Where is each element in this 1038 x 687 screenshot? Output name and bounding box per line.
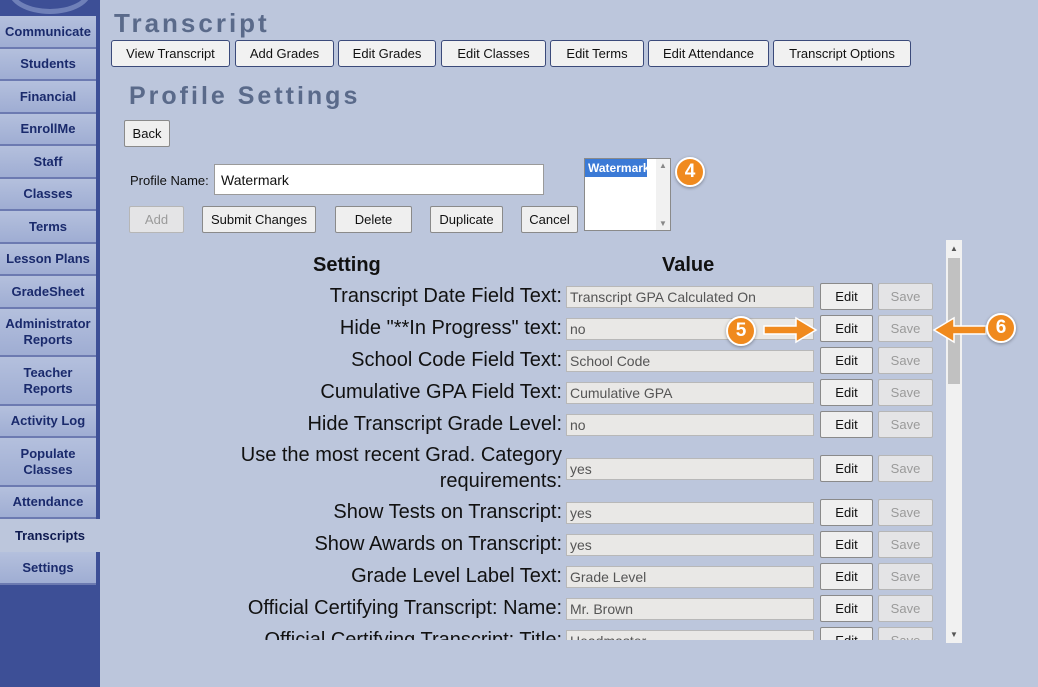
profile-list-option[interactable]: Watermark (585, 159, 650, 177)
profile-name-input[interactable] (214, 164, 544, 195)
tab-edit-grades[interactable]: Edit Grades (338, 40, 436, 67)
setting-label: Hide "**In Progress" text: (339, 317, 562, 339)
profile-name-label: Profile Name: (130, 173, 209, 188)
arrow-right-icon (763, 316, 818, 344)
sidebar-item-populate-classes[interactable]: Populate Classes (0, 438, 96, 487)
setting-value: no (566, 414, 814, 436)
setting-value: Cumulative GPA (566, 382, 814, 404)
save-button[interactable]: Save (878, 563, 933, 590)
setting-value: School Code (566, 350, 814, 372)
scroll-down-icon[interactable]: ▼ (656, 219, 670, 228)
edit-button[interactable]: Edit (820, 627, 873, 640)
sidebar-item-classes[interactable]: Classes (0, 179, 96, 211)
sidebar-item-enrollme[interactable]: EnrollMe (0, 114, 96, 146)
sidebar-item-lesson-plans[interactable]: Lesson Plans (0, 244, 96, 276)
sidebar-item-activity-log[interactable]: Activity Log (0, 406, 96, 438)
setting-label: Cumulative GPA Field Text: (320, 381, 562, 403)
save-button[interactable]: Save (878, 411, 933, 438)
setting-value: Mr. Brown (566, 598, 814, 620)
column-header-value: Value (662, 254, 715, 276)
save-button[interactable]: Save (878, 627, 933, 640)
scroll-down-icon[interactable]: ▼ (946, 630, 962, 639)
sidebar-item-attendance[interactable]: Attendance (0, 487, 96, 519)
setting-label: Official Certifying Transcript: Title: (264, 629, 563, 640)
callout-5: 5 (726, 316, 756, 346)
sidebar-item-financial[interactable]: Financial (0, 81, 96, 114)
save-button[interactable]: Save (878, 531, 933, 558)
callout-4: 4 (675, 157, 705, 187)
edit-button[interactable]: Edit (820, 411, 873, 438)
save-button[interactable]: Save (878, 283, 933, 310)
sidebar-item-settings[interactable]: Settings (0, 552, 96, 585)
scroll-up-icon[interactable]: ▲ (656, 161, 670, 170)
column-header-setting: Setting (313, 254, 381, 276)
setting-label: Show Tests on Transcript: (333, 501, 562, 523)
settings-scrollbar[interactable]: ▲ ▼ (946, 240, 962, 643)
profile-listbox[interactable]: Watermark ▲ ▼ (584, 158, 671, 231)
arrow-left-icon (932, 316, 987, 344)
page-title: Transcript (114, 8, 270, 38)
save-button[interactable]: Save (878, 347, 933, 374)
setting-label: School Code Field Text: (351, 349, 562, 371)
edit-button[interactable]: Edit (820, 347, 873, 374)
edit-button[interactable]: Edit (820, 283, 873, 310)
setting-label: Show Awards on Transcript: (314, 533, 562, 555)
edit-button[interactable]: Edit (820, 595, 873, 622)
sidebar-item-administrator-reports[interactable]: Administrator Reports (0, 309, 96, 357)
scroll-up-icon[interactable]: ▲ (946, 244, 962, 253)
edit-button[interactable]: Edit (820, 499, 873, 526)
edit-button[interactable]: Edit (820, 563, 873, 590)
sidebar-item-staff[interactable]: Staff (0, 146, 96, 179)
edit-button[interactable]: Edit (820, 315, 873, 342)
add-button[interactable]: Add (129, 206, 184, 233)
setting-label: Use the most recent Grad. Category requi… (240, 444, 562, 492)
edit-button[interactable]: Edit (820, 455, 873, 482)
logo (8, 0, 92, 14)
sidebar-item-gradesheet[interactable]: GradeSheet (0, 276, 96, 309)
sidebar-item-terms[interactable]: Terms (0, 211, 96, 244)
tab-add-grades[interactable]: Add Grades (235, 40, 334, 67)
delete-button[interactable]: Delete (335, 206, 412, 233)
save-button[interactable]: Save (878, 595, 933, 622)
edit-button[interactable]: Edit (820, 531, 873, 558)
submit-changes-button[interactable]: Submit Changes (202, 206, 316, 233)
sidebar-item-students[interactable]: Students (0, 49, 96, 81)
sidebar-item-communicate[interactable]: Communicate (0, 16, 96, 49)
setting-value: yes (566, 502, 814, 524)
save-button[interactable]: Save (878, 379, 933, 406)
tab-transcript-options[interactable]: Transcript Options (773, 40, 911, 67)
tab-edit-terms[interactable]: Edit Terms (550, 40, 644, 67)
callout-6: 6 (986, 313, 1016, 343)
back-button[interactable]: Back (124, 120, 170, 147)
tab-edit-attendance[interactable]: Edit Attendance (648, 40, 769, 67)
settings-table: Setting Value Transcript Date Field Text… (128, 240, 962, 640)
setting-value: yes (566, 458, 814, 480)
cancel-button[interactable]: Cancel (521, 206, 578, 233)
setting-value: Headmaster (566, 630, 814, 640)
setting-value: Grade Level (566, 566, 814, 588)
setting-label: Hide Transcript Grade Level: (307, 413, 562, 435)
setting-label: Transcript Date Field Text: (329, 285, 562, 307)
sidebar-item-transcripts[interactable]: Transcripts (0, 519, 100, 552)
setting-label: Official Certifying Transcript: Name: (247, 597, 562, 619)
edit-button[interactable]: Edit (820, 379, 873, 406)
section-title: Profile Settings (129, 82, 361, 110)
tab-view-transcript[interactable]: View Transcript (111, 40, 230, 67)
save-button[interactable]: Save (878, 499, 933, 526)
duplicate-button[interactable]: Duplicate (430, 206, 503, 233)
sidebar: Communicate Students Financial EnrollMe … (0, 0, 100, 687)
save-button[interactable]: Save (878, 315, 933, 342)
sidebar-item-teacher-reports[interactable]: Teacher Reports (0, 357, 96, 406)
save-button[interactable]: Save (878, 455, 933, 482)
tab-edit-classes[interactable]: Edit Classes (441, 40, 546, 67)
listbox-scrollbar[interactable]: ▲ ▼ (656, 159, 670, 230)
setting-label: Grade Level Label Text: (351, 565, 562, 587)
setting-value: yes (566, 534, 814, 556)
setting-value: Transcript GPA Calculated On (566, 286, 814, 308)
